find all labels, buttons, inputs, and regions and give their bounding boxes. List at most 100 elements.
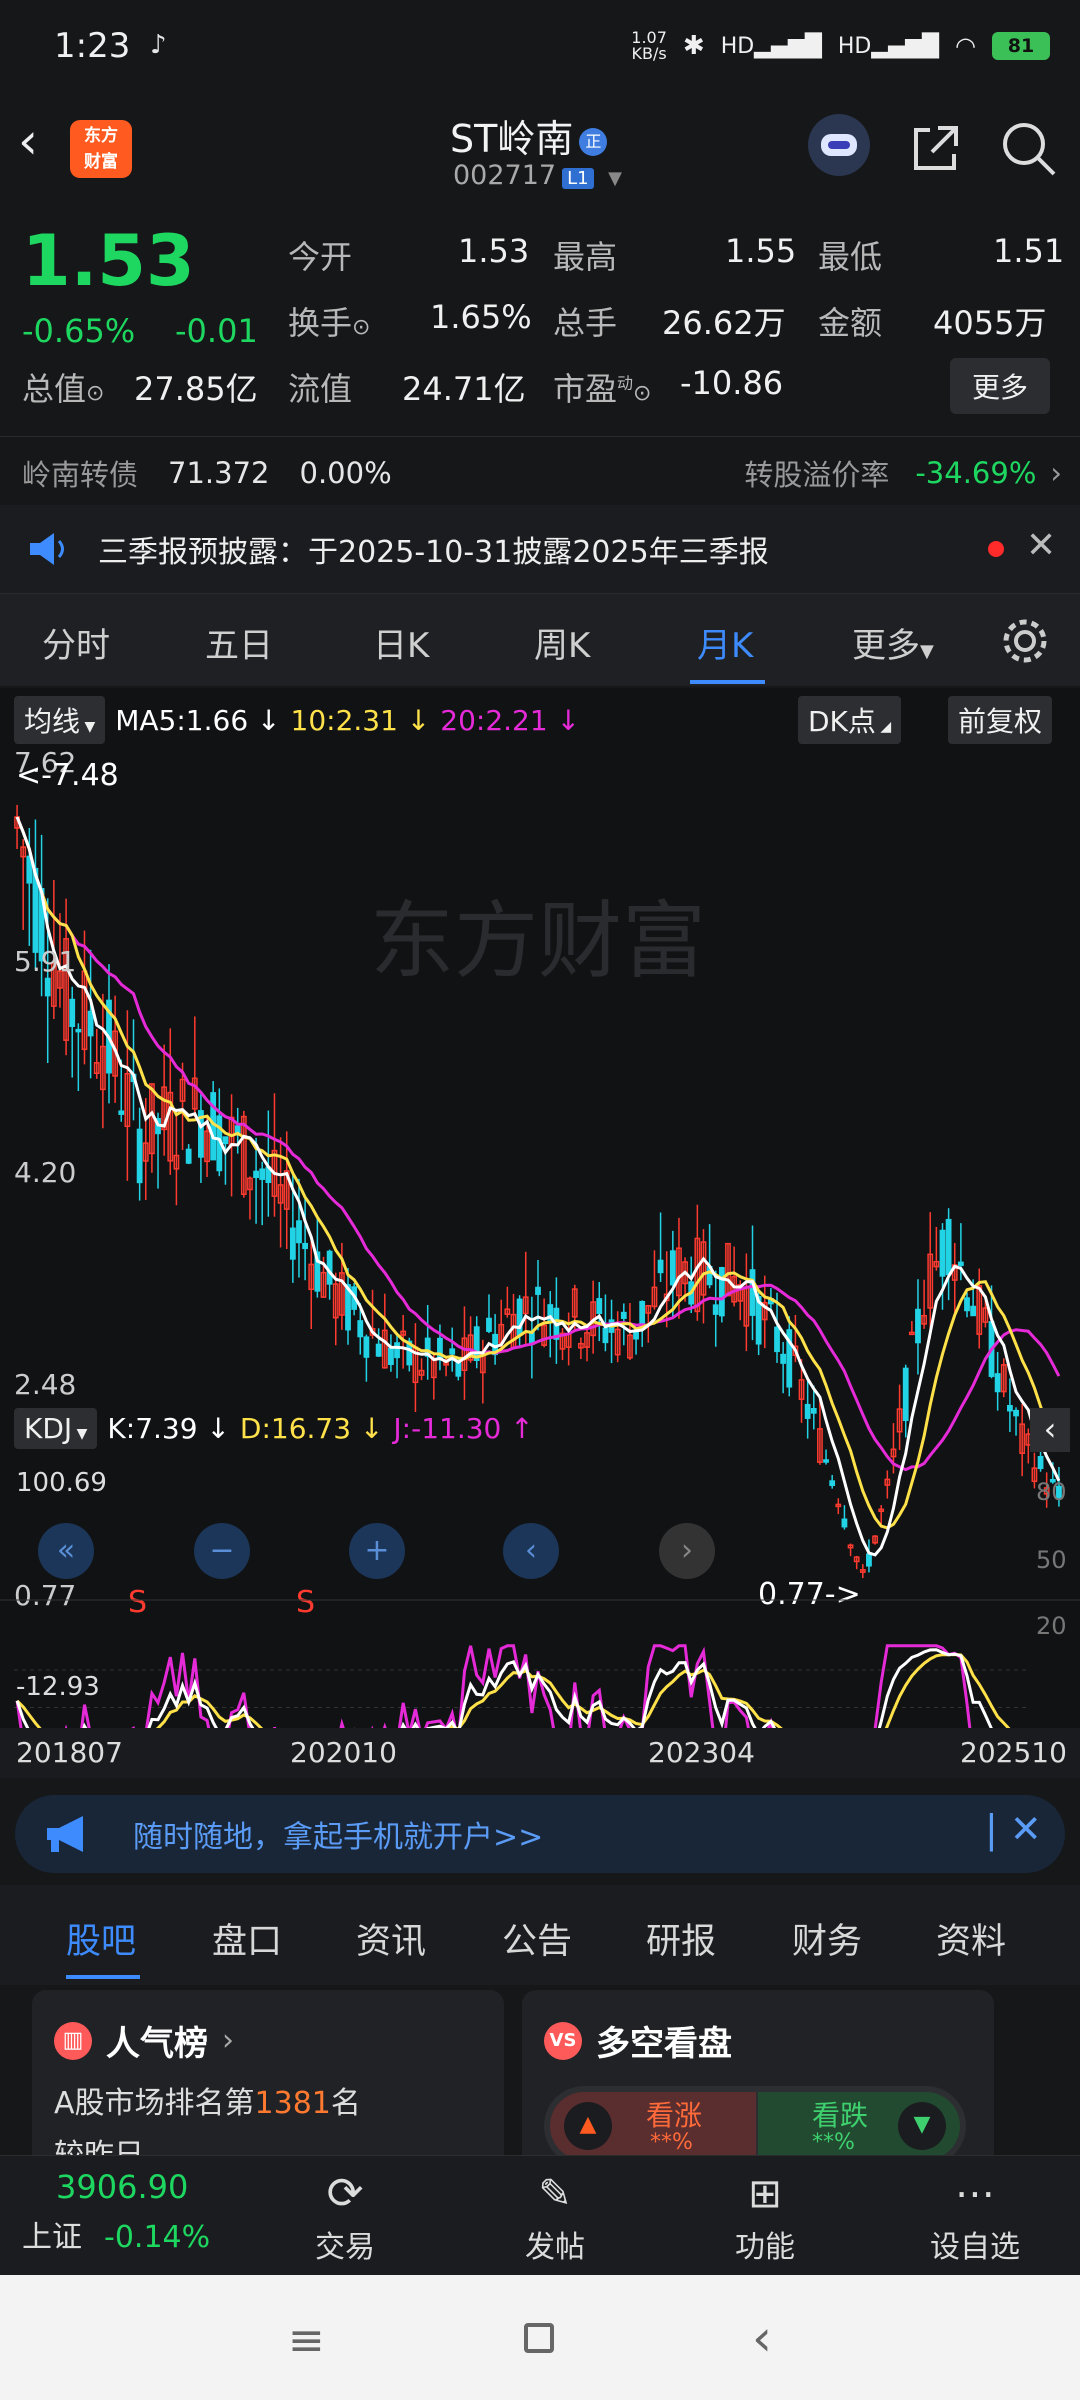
close-icon[interactable]: | ✕: [985, 1807, 1042, 1851]
tab-announcement[interactable]: 公告: [502, 1913, 572, 1964]
amount-value: 4055万: [933, 304, 1047, 342]
add-watchlist-button[interactable]: ⋯ 设自选: [915, 2166, 1035, 2266]
kdj-j-value: J:-11.30 ↑: [393, 1412, 534, 1445]
convertible-bond-row[interactable]: 岭南转债 71.372 0.00% 转股溢价率 -34.69% ›: [22, 448, 1062, 498]
kdj-ref-20: 20: [1036, 1612, 1067, 1640]
tab-finance[interactable]: 财务: [792, 1913, 862, 1964]
candle-body: [902, 1367, 909, 1422]
popularity-card[interactable]: ▥ 人气榜 › A股市场排名第1381名 较昨日: [32, 1990, 504, 2170]
low-marker: 0.77->: [758, 1577, 861, 1612]
kline-chart-area[interactable]: 均线 ▼ MA5:1.66 ↓ 10:2.31 ↓ 20:2.21 ↓ DK点 …: [0, 688, 1080, 1778]
tab-pankou[interactable]: 盘口: [212, 1913, 282, 1964]
last-price: 1.53: [22, 220, 195, 302]
kdj-y-bottom: -12.93: [16, 1672, 100, 1702]
home-icon[interactable]: [524, 2323, 554, 2353]
candle-body: [823, 1459, 829, 1463]
scroll-right-icon[interactable]: ›: [659, 1523, 715, 1579]
candle-body: [945, 1218, 952, 1276]
candle-body: [118, 1110, 125, 1115]
wifi-icon: ◠: [955, 32, 976, 60]
back-icon[interactable]: ‹: [18, 112, 38, 170]
price-adjust-button[interactable]: 前复权: [948, 696, 1053, 744]
tab-more[interactable]: 更多▼: [852, 618, 934, 667]
candle-body: [596, 1298, 603, 1314]
more-button[interactable]: 更多: [950, 358, 1051, 414]
candle-body: [253, 1170, 259, 1179]
functions-button[interactable]: ⊞ 功能: [705, 2166, 825, 2266]
candle-body: [363, 1336, 370, 1358]
tab-day-k[interactable]: 日K: [373, 618, 429, 667]
share-icon[interactable]: [908, 120, 964, 176]
index-value: 3906.90: [56, 2168, 189, 2206]
bluetooth-icon: ✱: [682, 31, 705, 61]
zoom-in-icon[interactable]: +: [349, 1523, 405, 1579]
stock-code-row[interactable]: 002717 L1 ▼: [453, 160, 622, 191]
status-icons: 1.07 KB/s ✱ HD▂▄▆█ HD▂▄▆█ ◠ 81: [631, 30, 1050, 62]
tab-week-k[interactable]: 周K: [534, 618, 590, 667]
bull-pct: **%: [650, 2130, 693, 2155]
kdj-legend: KDJ ▼ K:7.39 ↓ D:16.73 ↓ J:-11.30 ↑: [14, 1408, 534, 1449]
bear-pct: **%: [812, 2130, 855, 2155]
sell-signal-1: S: [128, 1585, 147, 1620]
dk-point-button[interactable]: DK点 ◢: [798, 696, 902, 744]
period-tabs: 分时 五日 日K 周K 月K 更多▼: [0, 593, 1080, 686]
tab-research[interactable]: 研报: [646, 1913, 716, 1964]
notice-bar[interactable]: 三季报预披露：于2025-10-31披露2025年三季报 ✕: [0, 505, 1080, 593]
kdj-ref-80: 80: [1036, 1478, 1067, 1506]
high-marker: <-7.48: [16, 758, 119, 793]
ma-selector[interactable]: 均线 ▼: [14, 696, 106, 744]
amount-label: 金额: [818, 304, 883, 342]
date-axis: 201807 202010 202304 202510: [0, 1728, 1080, 1778]
notice-text: 三季报预披露：于2025-10-31披露2025年三季报: [98, 535, 769, 570]
tab-news[interactable]: 资讯: [356, 1913, 426, 1964]
grid-icon: ⊞: [748, 2171, 782, 2217]
collapse-icon[interactable]: ‹: [1030, 1408, 1070, 1452]
rank-chart-icon: ▥: [54, 2021, 92, 2060]
menu-icon[interactable]: ≡: [288, 2315, 325, 2366]
candle-body: [222, 1136, 229, 1145]
edit-icon: ✎: [538, 2171, 572, 2217]
date-label: 202304: [648, 1736, 755, 1769]
bull-bear-title: 多空看盘: [596, 2024, 732, 2064]
scroll-left-icon[interactable]: ‹: [503, 1523, 559, 1579]
post-button[interactable]: ✎ 发帖: [495, 2166, 615, 2266]
candle-body: [602, 1327, 609, 1344]
index-quote[interactable]: 3906.90 上证 -0.14%: [22, 2168, 252, 2256]
indicator-selector[interactable]: KDJ ▼: [14, 1408, 98, 1449]
trade-icon: ⟳: [326, 2168, 364, 2219]
candle-body: [939, 1229, 946, 1277]
watermark: 东方财富: [370, 892, 706, 990]
tab-five-day[interactable]: 五日: [205, 618, 273, 667]
bull-segment[interactable]: ▲ 看涨 **%: [550, 2092, 756, 2160]
candle-body: [810, 1408, 817, 1414]
bear-segment[interactable]: 看跌 **% ▼: [758, 2092, 960, 2160]
open-account-banner[interactable]: 随时随地，拿起手机就开户>> | ✕: [15, 1795, 1065, 1873]
tab-guba[interactable]: 股吧: [66, 1913, 136, 1964]
bull-bear-card[interactable]: VS 多空看盘 ▲ 看涨 **% 看跌 **% ▼: [522, 1990, 994, 2170]
tab-minute[interactable]: 分时: [42, 618, 110, 667]
bottom-dock: 3906.90 上证 -0.14% ⟳ 交易 ✎ 发帖 ⊞ 功能 ⋯ 设自选: [0, 2155, 1080, 2276]
robot-assistant-icon[interactable]: [808, 114, 870, 176]
kdj-y-top: 100.69: [16, 1468, 107, 1498]
scroll-left-fast-icon[interactable]: «: [38, 1523, 94, 1579]
stock-code: 002717: [453, 160, 557, 191]
candle-body: [516, 1298, 523, 1336]
candle-body: [357, 1320, 364, 1338]
tab-profile[interactable]: 资料: [936, 1913, 1006, 1964]
trade-button[interactable]: ⟳ 交易: [285, 2166, 405, 2266]
search-icon[interactable]: [1000, 120, 1058, 178]
pe-value: -10.86: [680, 364, 784, 402]
tab-month-k[interactable]: 月K: [697, 618, 753, 667]
add-watchlist-label: 设自选: [930, 2230, 1020, 2265]
candle-body: [394, 1342, 400, 1359]
settings-gear-icon[interactable]: [1000, 616, 1050, 666]
candle-body: [712, 1304, 719, 1315]
zoom-out-icon[interactable]: −: [194, 1523, 250, 1579]
back-nav-icon[interactable]: ‹: [752, 2309, 772, 2367]
zheng-badge: 正: [579, 127, 608, 156]
close-icon[interactable]: ✕: [1026, 525, 1056, 566]
candle-body: [915, 1308, 921, 1344]
candle-body: [302, 1242, 309, 1250]
up-arrow-icon: ▲: [564, 2102, 612, 2150]
candle-body: [87, 1010, 94, 1037]
